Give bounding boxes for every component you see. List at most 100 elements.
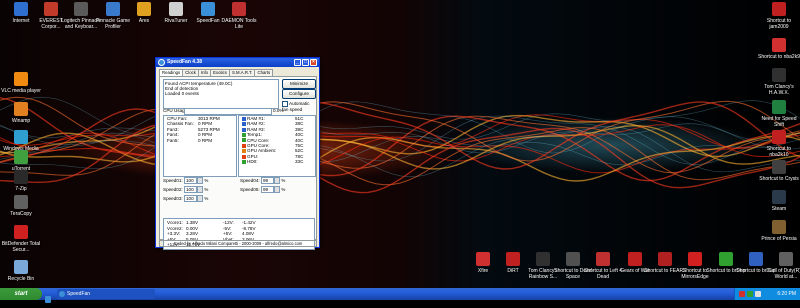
speed-label: Speed01: — [163, 178, 183, 183]
speed-spinner[interactable] — [273, 177, 280, 185]
speed-label: Speed04: — [240, 178, 260, 183]
tray-volume-icon[interactable] — [755, 291, 761, 297]
speed-input[interactable]: 99 — [260, 177, 274, 185]
desktop-shortcut[interactable]: Need for Speed Shift — [758, 100, 800, 128]
fan-name: Chassis Fan: — [167, 121, 194, 127]
temperature-name: GPU: — [247, 153, 259, 159]
speed-spinner[interactable] — [196, 177, 203, 185]
desktop-shortcut[interactable]: TeraCopy — [0, 195, 42, 217]
desktop-shortcut[interactable]: BitDefender Total Secur... — [0, 225, 42, 253]
speed-spinner[interactable] — [196, 195, 203, 203]
temperature-row: HD0: 33C — [239, 159, 315, 164]
desktop-shortcut[interactable]: Call of Duty(R) - World at... — [765, 252, 800, 280]
desktop-shortcut[interactable]: Recycle Bin — [0, 260, 42, 282]
shortcut-label: Shortcut to nba2k9 — [758, 54, 800, 60]
maximize-window-button[interactable]: □ — [302, 59, 309, 66]
shortcut-icon — [596, 252, 610, 266]
shortcut-label: TeraCopy — [10, 211, 32, 217]
minimize-button[interactable]: Minimize — [282, 79, 316, 89]
desktop-shortcut[interactable]: Shortcut to nba2k10 — [758, 130, 800, 158]
speed-input[interactable]: 99 — [260, 186, 274, 194]
tab-smart[interactable]: S.M.A.R.T. — [228, 69, 256, 76]
speed-unit: % — [204, 187, 209, 192]
shortcut-icon — [14, 225, 28, 239]
desktop-shortcut[interactable]: Winamp — [0, 102, 42, 124]
desktop-shortcut[interactable]: DAEMON Tools Lite — [218, 2, 260, 30]
fan-name: Fan3: — [167, 126, 179, 132]
speed-control: Speed04: 99 % — [240, 177, 285, 185]
temperature-status-icon — [242, 149, 246, 154]
shortcut-icon — [14, 195, 28, 209]
speed-label: Speed02: — [163, 187, 183, 192]
shortcut-icon — [14, 130, 28, 144]
shortcut-icon — [14, 150, 28, 164]
shortcut-icon — [14, 260, 28, 274]
shortcut-label: DAEMON Tools Lite — [221, 18, 257, 30]
shortcut-icon — [566, 252, 580, 266]
speed-input[interactable]: 100 — [183, 195, 197, 203]
desktop-shortcut[interactable]: Prince of Persia — [758, 220, 800, 242]
desktop-shortcut[interactable]: Shortcut to Crysis — [758, 160, 800, 182]
close-window-button[interactable]: × — [310, 59, 317, 66]
shortcut-icon — [14, 170, 28, 184]
shortcut-icon — [74, 2, 88, 16]
tray-security-icon[interactable] — [739, 291, 745, 297]
temperature-name: GPU Ambient: — [247, 148, 277, 154]
speed-unit: % — [281, 187, 286, 192]
desktop-shortcut[interactable]: Shortcut to jam2009 — [758, 2, 800, 30]
speed-unit: % — [204, 196, 209, 201]
speed-input[interactable]: 100 — [183, 186, 197, 194]
configure-button[interactable]: Configure — [282, 89, 316, 99]
tab-exotics[interactable]: Exotics — [210, 69, 230, 76]
shortcut-label: 7-Zip — [15, 186, 27, 192]
tab-charts[interactable]: Charts — [254, 69, 274, 76]
minimize-window-button[interactable]: _ — [294, 59, 301, 66]
speed-input[interactable]: 100 — [183, 177, 197, 185]
taskbar-speedfan-button[interactable]: SpeedFan — [57, 289, 155, 299]
wallpaper-waves — [0, 96, 800, 194]
shortcut-icon — [772, 38, 786, 52]
start-button[interactable]: start — [0, 288, 42, 300]
shortcut-icon — [14, 72, 28, 86]
temperature-status-icon — [242, 159, 246, 164]
shortcut-label: Recycle Bin — [7, 276, 35, 282]
shortcut-icon — [14, 102, 28, 116]
speed-spinner[interactable] — [196, 186, 203, 194]
temperature-name: GPU Core: — [247, 142, 270, 148]
shortcut-icon — [772, 100, 786, 114]
temperature-value: 33C — [295, 159, 304, 165]
desktop-shortcut[interactable]: uTorrent — [0, 150, 42, 172]
shortcut-label: Winamp — [11, 118, 31, 124]
desktop-shortcut[interactable]: Steam — [758, 190, 800, 212]
speedfan-app-icon — [158, 59, 165, 66]
tab-clock[interactable]: Clock — [182, 69, 199, 76]
shortcut-icon — [201, 2, 215, 16]
temperature-name: RAM #1: — [247, 116, 265, 121]
desktop: Internet EVEREST Corpor... Logitech Pinnac… — [0, 0, 800, 288]
shortcut-label: Shortcut to jam2009 — [766, 18, 792, 30]
tray-network-icon[interactable] — [747, 291, 753, 297]
shortcut-icon — [772, 68, 786, 82]
speed-spinner[interactable] — [273, 186, 280, 194]
shortcut-label: Tom Clancy's H.A.W.X. — [764, 84, 794, 96]
temperature-status-icon — [242, 127, 246, 132]
shortcut-label: BitDefender Total Secur... — [1, 241, 41, 253]
desktop-shortcut[interactable]: 7-Zip — [0, 170, 42, 192]
quick-launch — [45, 290, 52, 308]
automatic-fan-speed-checkbox[interactable]: Automatic fan speed — [282, 101, 316, 112]
shortcut-label: Shortcut to nba2k10 — [766, 146, 792, 158]
desktop-shortcut[interactable]: Shortcut to nba2k9 — [758, 38, 800, 60]
status-bar: Coded by Alfredo Milani Comparetti - 200… — [159, 240, 317, 247]
temperature-name: RAM #3: — [247, 126, 265, 132]
desktop-shortcut[interactable]: VLC media player — [0, 72, 42, 94]
event-log[interactable]: Found ACPI temperature (49.0C) End of de… — [163, 79, 279, 109]
log-line: Loaded 0 events — [165, 91, 199, 96]
title-bar[interactable]: SpeedFan 4.38 _ □ × — [156, 58, 319, 67]
desktop-shortcut[interactable]: Tom Clancy's H.A.W.X. — [758, 68, 800, 96]
shortcut-icon — [772, 220, 786, 234]
temperature-status-icon — [242, 122, 246, 127]
speed-control: Speed05: 99 % — [240, 186, 286, 194]
shortcut-icon — [628, 252, 642, 266]
speedfan-task-icon — [59, 291, 65, 297]
speed-label: Speed03: — [163, 196, 183, 201]
